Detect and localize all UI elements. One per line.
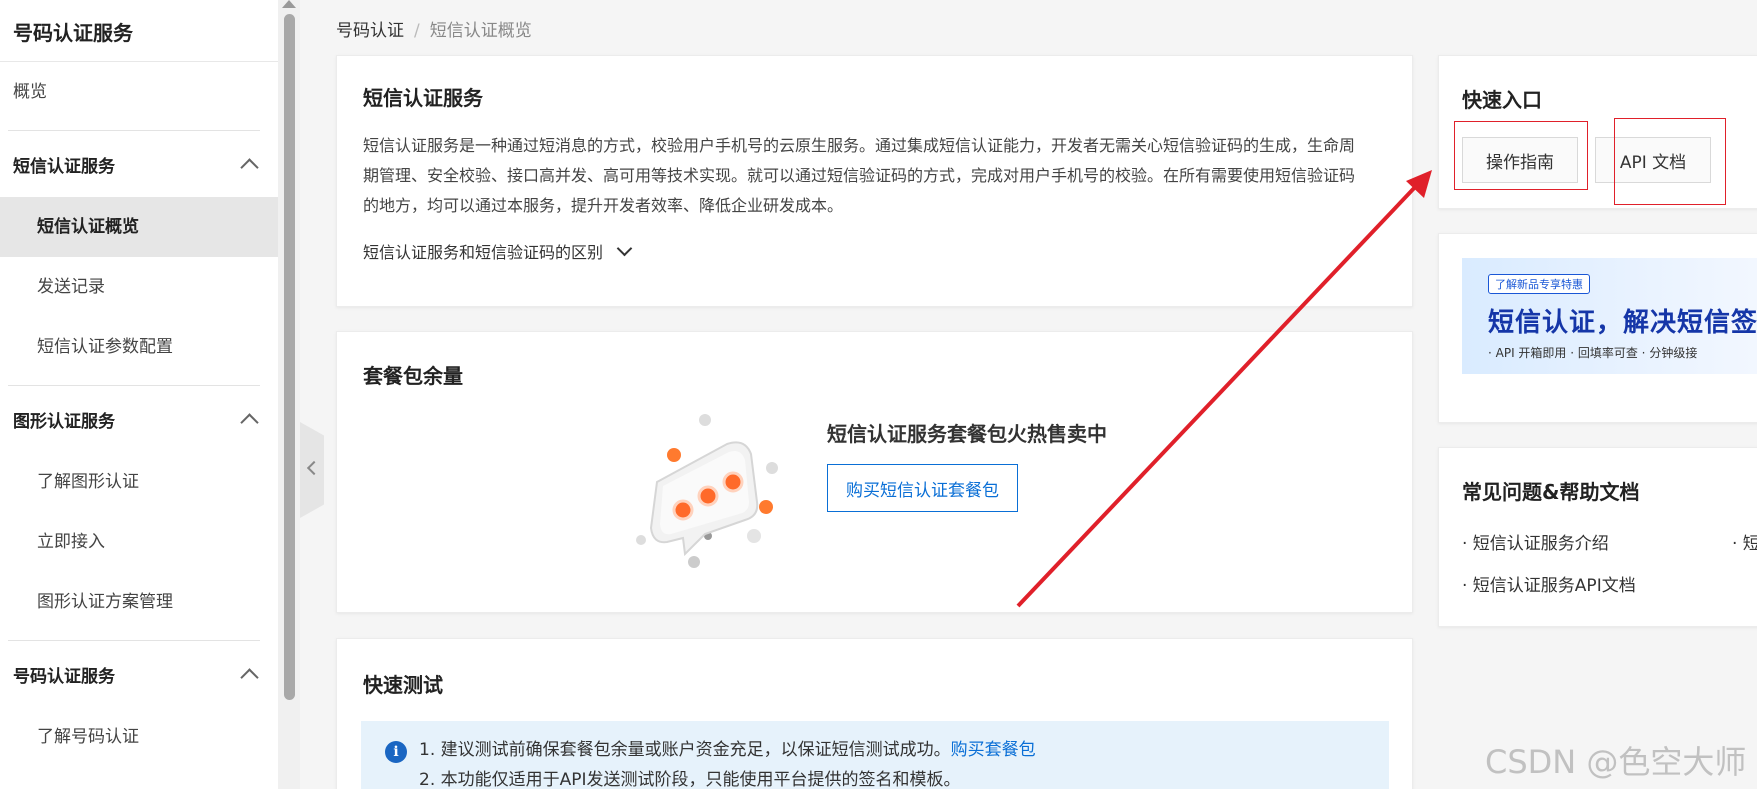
sidebar: 号码认证服务 概览 短信认证服务 短信认证概览 发送记录 短信认证参数配置 图形… [0,0,278,789]
faq-link-service-intro[interactable]: · 短信认证服务介绍 [1462,529,1609,554]
faq-list: · 短信认证服务介绍 · 短 · 短信认证服务API文档 [1462,529,1757,619]
sidebar-group-number-auth[interactable]: 号码认证服务 [0,641,278,707]
notice-line-1: 1. 建议测试前确保套餐包余量或账户资金充足，以保证短信测试成功。购买套餐包 [419,735,1371,765]
notice-line-2: 2. 本功能仅适用于API发送测试阶段，只能使用平台提供的签名和模板。 [419,770,961,789]
quick-test-title: 快速测试 [363,673,443,697]
faq-title: 常见问题&帮助文档 [1462,480,1640,504]
sidebar-group-label: 号码认证服务 [13,666,115,687]
message-bubble-illustration [636,414,778,568]
sidebar-item-access-now[interactable]: 立即接入 [0,512,278,572]
sidebar-item-overview[interactable]: 概览 [0,62,278,122]
sidebar-group-sms-auth[interactable]: 短信认证服务 [0,131,278,197]
breadcrumb-current: 短信认证概览 [429,21,532,41]
faq-link-truncated[interactable]: · 短 [1732,529,1757,554]
promo-card: 了解新品专享特惠 短信认证，解决短信签名 · API 开箱即用 · 回填率可查 … [1438,233,1757,423]
sidebar-item-send-records[interactable]: 发送记录 [0,257,278,317]
difference-toggle-label: 短信认证服务和短信验证码的区别 [363,243,604,262]
info-icon: i [385,741,407,763]
sidebar-item-learn-graphic[interactable]: 了解图形认证 [0,452,278,512]
breadcrumb: 号码认证 / 短信认证概览 [336,16,532,41]
faq-card: 常见问题&帮助文档 · 短信认证服务介绍 · 短 · 短信认证服务API文档 [1438,447,1757,627]
sidebar-item-sms-config[interactable]: 短信认证参数配置 [0,317,278,377]
annotation-box-operation-guide [1454,121,1588,190]
annotation-box-api-docs [1614,118,1726,205]
sidebar-group-graphic-auth[interactable]: 图形认证服务 [0,386,278,452]
chevron-up-icon [240,158,259,177]
chevron-up-icon [240,668,259,687]
package-headline: 短信认证服务套餐包火热售卖中 [827,422,1107,446]
sidebar-group-label: 短信认证服务 [13,156,115,177]
quick-test-notice: i 1. 建议测试前确保套餐包余量或账户资金充足，以保证短信测试成功。购买套餐包… [361,721,1389,789]
chevron-left-icon [306,460,322,476]
quick-test-card: 快速测试 i 1. 建议测试前确保套餐包余量或账户资金充足，以保证短信测试成功。… [336,638,1413,789]
quick-entry-title: 快速入口 [1462,88,1542,112]
notice-line-1-text: 1. 建议测试前确保套餐包余量或账户资金充足，以保证短信测试成功。 [419,740,951,760]
intro-description: 短信认证服务是一种通过短消息的方式，校验用户手机号的云原生服务。通过集成短信认证… [363,136,1356,215]
sidebar-collapse-toggle[interactable] [300,422,324,518]
chevron-up-icon [240,413,259,432]
breadcrumb-separator: / [414,21,420,41]
promo-banner[interactable]: 了解新品专享特惠 短信认证，解决短信签名 · API 开箱即用 · 回填率可查 … [1462,258,1757,374]
promo-headline: 短信认证，解决短信签名 [1488,308,1757,338]
scroll-up-arrow-icon[interactable] [282,0,296,8]
sms-auth-intro-card: 短信认证服务 短信认证服务是一种通过短消息的方式，校验用户手机号的云原生服务。通… [336,55,1413,307]
promo-tag: 了解新品专享特惠 [1488,274,1590,294]
intro-title: 短信认证服务 [363,86,483,110]
sidebar-scrollbar-thumb[interactable] [284,14,295,700]
difference-toggle[interactable]: 短信认证服务和短信验证码的区别 [363,239,1386,263]
buy-package-link[interactable]: 购买套餐包 [951,740,1036,760]
sidebar-item-learn-number[interactable]: 了解号码认证 [0,707,278,767]
buy-package-button[interactable]: 购买短信认证套餐包 [827,464,1018,512]
chevron-down-icon [616,240,633,256]
sidebar-title: 号码认证服务 [0,0,278,62]
sidebar-item-sms-overview[interactable]: 短信认证概览 [0,197,278,257]
package-balance-card: 套餐包余量 短信认证服务套餐包火热售卖中 购买短信认证套餐包 [336,331,1413,613]
sidebar-group-label: 图形认证服务 [13,411,115,432]
promo-features: · API 开箱即用 · 回填率可查 · 分钟级接 [1488,346,1698,360]
watermark: CSDN @色空大师 [1485,743,1747,781]
faq-link-api-docs[interactable]: · 短信认证服务API文档 [1462,571,1636,596]
sidebar-item-graphic-plans[interactable]: 图形认证方案管理 [0,572,278,632]
package-title: 套餐包余量 [363,364,463,388]
breadcrumb-root[interactable]: 号码认证 [336,21,404,41]
